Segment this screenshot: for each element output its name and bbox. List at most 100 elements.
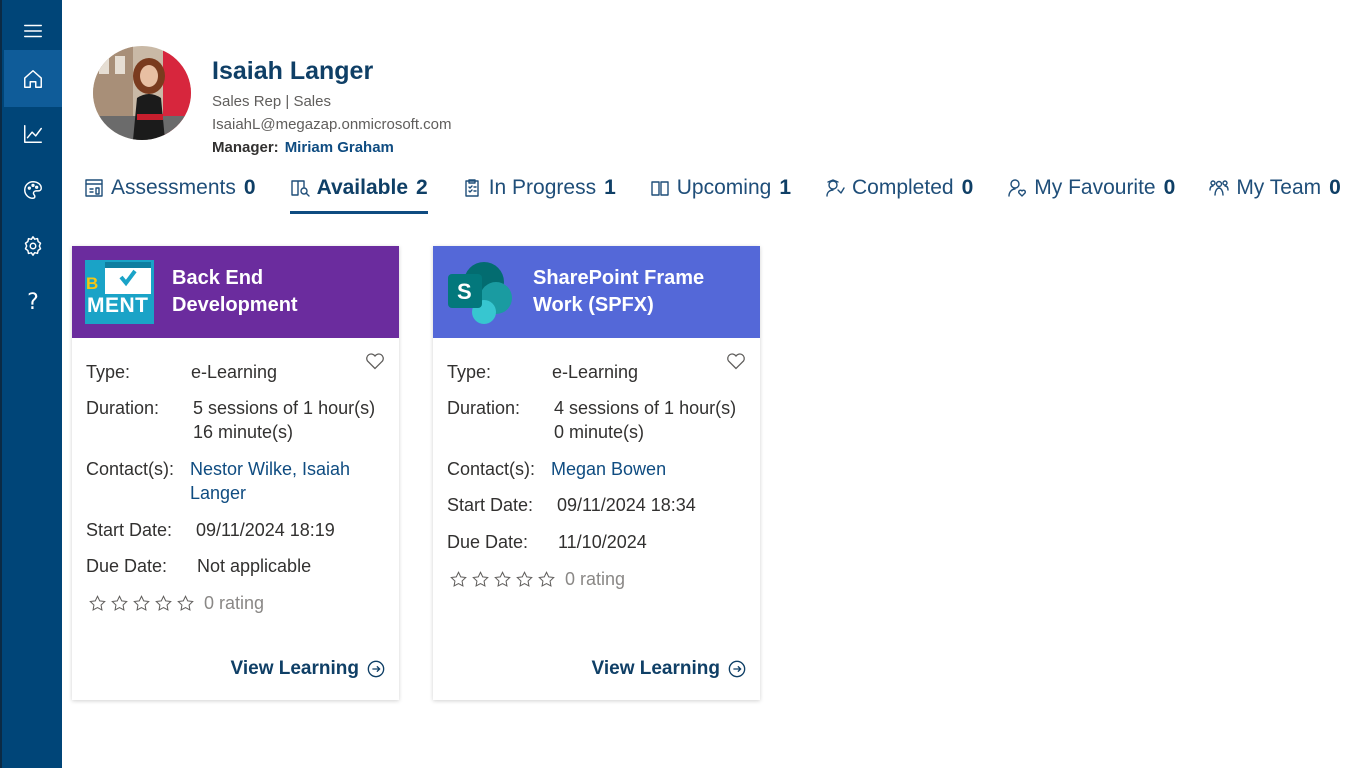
contacts-row: Contact(s): Nestor Wilke, Isaiah Langer bbox=[86, 457, 389, 505]
start-date-value: 09/11/2024 18:19 bbox=[196, 520, 335, 540]
person-heart-icon bbox=[1008, 179, 1027, 197]
arrow-circle-right-icon bbox=[367, 660, 385, 678]
star-rating[interactable] bbox=[447, 570, 557, 589]
course-card-header: S SharePoint Frame Work (SPFX) bbox=[433, 246, 760, 338]
tab-label: In Progress bbox=[488, 176, 597, 199]
duration-line: 5 sessions of 1 hour(s) bbox=[193, 398, 376, 418]
thumbnail-text: MENT bbox=[87, 294, 149, 317]
star-icon[interactable] bbox=[130, 594, 152, 613]
manager-name[interactable]: Miriam Graham bbox=[285, 139, 394, 156]
course-card[interactable]: B MENT Back End Development Type: e-Lear… bbox=[72, 246, 399, 700]
tab-label: Upcoming bbox=[676, 176, 772, 199]
open-book-icon bbox=[651, 181, 669, 196]
chart-line-icon[interactable] bbox=[4, 107, 62, 161]
avatar bbox=[93, 46, 191, 140]
tab-label: Assessments bbox=[111, 176, 236, 199]
due-date-label: Due Date: bbox=[86, 556, 168, 576]
course-title-line: Work (SPFX) bbox=[533, 294, 654, 316]
duration-line: 4 sessions of 1 hour(s) bbox=[554, 398, 737, 418]
contacts-value[interactable]: Nestor Wilke, Isaiah Langer bbox=[190, 457, 350, 505]
tab-count: 2 bbox=[416, 176, 428, 199]
type-value: e-Learning bbox=[191, 362, 278, 382]
type-row: Type: e-Learning bbox=[447, 360, 750, 384]
duration-line: 0 minute(s) bbox=[554, 422, 645, 442]
tab-my-favourite[interactable]: My Favourite 0 bbox=[1007, 172, 1175, 204]
tab-count: 1 bbox=[779, 176, 791, 199]
view-learning-label: View Learning bbox=[591, 658, 720, 679]
duration-value: 5 sessions of 1 hour(s) 16 minute(s) bbox=[193, 396, 375, 444]
clipboard-checklist-icon bbox=[464, 179, 479, 197]
manager-row: Manager: Miriam Graham bbox=[212, 139, 394, 156]
due-date-label: Due Date: bbox=[447, 532, 529, 552]
manager-label: Manager: bbox=[212, 139, 279, 156]
type-label: Type: bbox=[447, 362, 492, 382]
tab-count: 0 bbox=[961, 176, 974, 199]
tab-assessments[interactable]: Assessments 0 bbox=[84, 172, 256, 204]
star-icon[interactable] bbox=[491, 570, 513, 589]
course-thumbnail: B MENT bbox=[85, 260, 154, 324]
duration-label: Duration: bbox=[86, 398, 160, 418]
tab-upcoming[interactable]: Upcoming 1 bbox=[650, 172, 791, 204]
course-title-line: Development bbox=[172, 294, 298, 316]
start-date-row: Start Date: 09/11/2024 18:34 bbox=[447, 493, 750, 517]
team-icon bbox=[1209, 180, 1230, 196]
duration-row: Duration: 4 sessions of 1 hour(s) 0 minu… bbox=[447, 396, 750, 444]
course-title-line: Back End bbox=[172, 267, 264, 289]
help-icon[interactable]: ? bbox=[4, 275, 62, 329]
star-icon[interactable] bbox=[447, 570, 469, 589]
star-icon[interactable] bbox=[513, 570, 535, 589]
profile-role: Sales Rep | Sales bbox=[212, 93, 331, 110]
type-value: e-Learning bbox=[552, 362, 639, 382]
star-icon[interactable] bbox=[174, 594, 196, 613]
tab-available[interactable]: Available 2 bbox=[289, 172, 428, 214]
course-card[interactable]: S SharePoint Frame Work (SPFX) Type: e-L… bbox=[433, 246, 760, 700]
help-glyph: ? bbox=[27, 289, 39, 315]
star-icon[interactable] bbox=[86, 594, 108, 613]
start-date-label: Start Date: bbox=[447, 495, 534, 515]
gear-icon[interactable] bbox=[4, 219, 62, 273]
course-card-header: B MENT Back End Development bbox=[72, 246, 399, 338]
type-row: Type: e-Learning bbox=[86, 360, 389, 384]
palette-icon[interactable] bbox=[4, 163, 62, 217]
star-icon[interactable] bbox=[535, 570, 557, 589]
star-icon[interactable] bbox=[152, 594, 174, 613]
arrow-circle-right-icon bbox=[728, 660, 746, 678]
due-date-row: Due Date: 11/10/2024 bbox=[447, 530, 750, 554]
duration-line: 16 minute(s) bbox=[193, 422, 294, 442]
course-title: Back End Development bbox=[172, 265, 298, 319]
rating: 0 rating bbox=[86, 593, 264, 614]
due-date-value: Not applicable bbox=[197, 556, 312, 576]
contacts-line[interactable]: Langer bbox=[190, 481, 350, 505]
contacts-line[interactable]: Nestor Wilke, Isaiah bbox=[190, 457, 350, 481]
contacts-value[interactable]: Megan Bowen bbox=[551, 457, 666, 481]
start-date-value: 09/11/2024 18:34 bbox=[557, 495, 696, 515]
contacts-label: Contact(s): bbox=[447, 459, 536, 479]
tab-label: My Team bbox=[1236, 176, 1322, 199]
contacts-row: Contact(s): Megan Bowen bbox=[447, 457, 750, 481]
sidebar: ? bbox=[0, 0, 62, 768]
profile-email: IsaiahL@megazap.onmicrosoft.com bbox=[212, 116, 452, 133]
contacts-label: Contact(s): bbox=[86, 459, 175, 479]
profile-name: Isaiah Langer bbox=[212, 57, 374, 85]
star-icon[interactable] bbox=[469, 570, 491, 589]
tab-completed[interactable]: Completed 0 bbox=[825, 172, 973, 204]
star-icon[interactable] bbox=[108, 594, 130, 613]
start-date-label: Start Date: bbox=[86, 520, 173, 540]
learning-tabs: Assessments 0 Available 2 In Progress 1 … bbox=[84, 172, 1341, 216]
learner-graduate-icon bbox=[826, 179, 845, 197]
course-title-line: SharePoint Frame bbox=[533, 267, 705, 289]
type-label: Type: bbox=[86, 362, 131, 382]
tab-in-progress[interactable]: In Progress 1 bbox=[462, 172, 616, 204]
duration-value: 4 sessions of 1 hour(s) 0 minute(s) bbox=[554, 396, 736, 444]
due-date-row: Due Date: Not applicable bbox=[86, 554, 389, 578]
star-rating[interactable] bbox=[86, 594, 196, 613]
tab-label: Completed bbox=[852, 176, 954, 199]
tab-count: 0 bbox=[1163, 176, 1176, 199]
view-learning-button[interactable]: View Learning bbox=[231, 658, 385, 680]
home-icon[interactable] bbox=[4, 50, 62, 107]
due-date-value: 11/10/2024 bbox=[558, 532, 647, 552]
view-learning-button[interactable]: View Learning bbox=[592, 658, 746, 680]
tab-my-team[interactable]: My Team 0 bbox=[1209, 172, 1341, 204]
start-date-row: Start Date: 09/11/2024 18:19 bbox=[86, 518, 389, 542]
view-learning-label: View Learning bbox=[230, 658, 359, 679]
